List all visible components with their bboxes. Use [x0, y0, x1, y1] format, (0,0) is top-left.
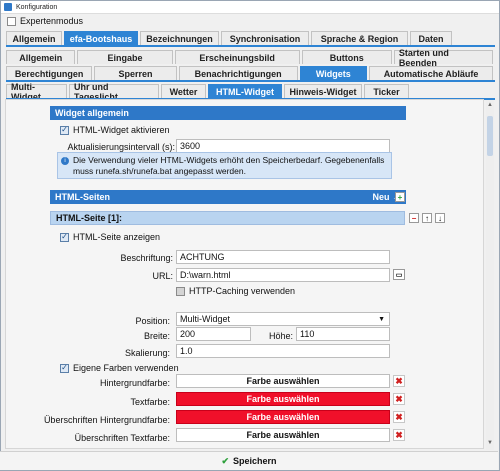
- description-input[interactable]: ACHTUNG: [176, 250, 390, 264]
- tab-sub-erscheinungsbild[interactable]: Erscheinungsbild: [174, 50, 300, 64]
- tab-sub-allgemein[interactable]: Allgemein: [6, 50, 76, 64]
- activate-widget-toggle[interactable]: ✓ HTML-Widget aktivieren: [60, 125, 170, 135]
- tab-sprache-region[interactable]: Sprache & Region: [311, 31, 408, 45]
- text-color-clear-icon[interactable]: ✖: [393, 393, 405, 405]
- width-label: Breite:: [143, 331, 170, 341]
- info-box: i Die Verwendung vieler HTML-Widgets erh…: [57, 152, 392, 179]
- tab-sub-starten-beenden[interactable]: Starten und Beenden: [393, 48, 493, 68]
- height-label: Höhe:: [268, 331, 293, 341]
- height-input[interactable]: 110: [296, 327, 390, 341]
- tab-sub-benachrichtigungen[interactable]: Benachrichtigungen: [178, 66, 298, 80]
- tab-uhr-tageslicht[interactable]: Uhr und Tageslicht: [69, 82, 159, 102]
- title-bar: Konfiguration: [1, 1, 499, 14]
- scroll-up-icon[interactable]: ▲: [486, 102, 494, 110]
- position-label: Position:: [135, 316, 170, 326]
- expert-mode-label: Expertenmodus: [20, 16, 84, 26]
- section-header-html-seiten: HTML-Seiten Neu →: [50, 190, 406, 204]
- heading-bg-color-label: Überschriften Hintergrundfarbe:: [43, 415, 170, 425]
- content-scrollbar[interactable]: ▲ ▼: [486, 100, 494, 450]
- interval-input[interactable]: 3600: [176, 139, 390, 153]
- tab-sub-automatische-ablaeufe[interactable]: Automatische Abläufe: [369, 66, 493, 80]
- tab-sub-buttons[interactable]: Buttons: [301, 50, 392, 64]
- own-colors-toggle[interactable]: ✓ Eigene Farben verwenden: [60, 363, 179, 373]
- expert-mode-toggle[interactable]: Expertenmodus: [1, 14, 499, 28]
- tab-efa-bootshaus[interactable]: efa-Bootshaus: [64, 31, 138, 45]
- tab-allgemein[interactable]: Allgemein: [6, 31, 62, 45]
- http-caching-toggle[interactable]: HTTP-Caching verwenden: [176, 286, 295, 296]
- html-pages-title: HTML-Seiten: [55, 192, 110, 202]
- own-colors-checkbox[interactable]: ✓: [60, 363, 69, 373]
- description-label: Beschriftung:: [120, 253, 173, 263]
- heading-text-color-label: Überschriften Textfarbe:: [74, 433, 170, 443]
- position-value: Multi-Widget: [180, 314, 231, 324]
- sub-tab-bar-1: Allgemein Eingabe Erscheinungsbild Butto…: [6, 48, 495, 68]
- http-caching-label: HTTP-Caching verwenden: [189, 286, 296, 296]
- own-colors-label: Eigene Farben verwenden: [73, 363, 179, 373]
- window-title: Konfiguration: [16, 3, 58, 11]
- sub-tab-bar-2: Berechtigungen Sperren Benachrichtigunge…: [6, 66, 495, 80]
- position-select[interactable]: Multi-Widget ▼: [176, 312, 390, 326]
- text-color-button[interactable]: Farbe auswählen: [176, 392, 390, 406]
- main-tab-bar: Allgemein efa-Bootshaus Bezeichnungen Sy…: [6, 31, 495, 45]
- activate-widget-label: HTML-Widget aktivieren: [73, 125, 170, 135]
- heading-text-color-clear-icon[interactable]: ✖: [393, 429, 405, 441]
- tab-sub-sperren[interactable]: Sperren: [94, 66, 177, 80]
- show-page-checkbox[interactable]: ✓: [60, 232, 69, 242]
- activate-widget-checkbox[interactable]: ✓: [60, 125, 69, 135]
- info-text: Die Verwendung vieler HTML-Widgets erhöh…: [73, 155, 385, 176]
- move-down-button[interactable]: ↓: [435, 213, 445, 223]
- tab-sub-berechtigungen[interactable]: Berechtigungen: [6, 66, 93, 80]
- section-header-widget-allgemein: Widget allgemein: [50, 106, 406, 120]
- tab-synchronisation[interactable]: Synchronisation: [221, 31, 309, 45]
- app-icon: [4, 3, 12, 11]
- show-page-toggle[interactable]: ✓ HTML-Seite anzeigen: [60, 232, 160, 242]
- tab-bezeichnungen[interactable]: Bezeichnungen: [140, 31, 219, 45]
- heading-bg-color-clear-icon[interactable]: ✖: [393, 411, 405, 423]
- bg-color-label: Hintergrundfarbe:: [99, 378, 170, 388]
- http-caching-checkbox[interactable]: [176, 286, 185, 296]
- tab-hinweis-widget[interactable]: Hinweis-Widget: [284, 84, 362, 98]
- chevron-down-icon: ▼: [378, 315, 385, 323]
- scale-label: Skalierung:: [124, 348, 170, 358]
- add-page-button[interactable]: +: [395, 192, 405, 202]
- tab-sub-eingabe[interactable]: Eingabe: [77, 50, 173, 64]
- scroll-thumb[interactable]: [487, 116, 493, 156]
- tab-multi-widget[interactable]: Multi-Widget: [6, 82, 67, 102]
- folder-icon[interactable]: ▭: [393, 269, 405, 280]
- interval-label: Aktualisierungsintervall (s):: [67, 142, 175, 152]
- bg-color-clear-icon[interactable]: ✖: [393, 375, 405, 387]
- scroll-down-icon[interactable]: ▼: [486, 440, 494, 448]
- scale-input[interactable]: 1.0: [176, 344, 390, 358]
- tab-wetter[interactable]: Wetter: [161, 84, 206, 98]
- save-button[interactable]: ✔ Speichern: [0, 451, 498, 470]
- bg-color-button[interactable]: Farbe auswählen: [176, 374, 390, 388]
- info-icon: i: [61, 157, 69, 165]
- expert-mode-checkbox[interactable]: [7, 16, 16, 26]
- width-input[interactable]: 200: [176, 327, 251, 341]
- move-up-button[interactable]: ↑: [422, 213, 432, 223]
- remove-page-button[interactable]: −: [409, 213, 419, 223]
- tab-daten[interactable]: Daten: [410, 31, 452, 45]
- tab-sub-widgets[interactable]: Widgets: [299, 66, 368, 80]
- url-input[interactable]: D:\warn.html: [176, 268, 390, 282]
- url-label: URL:: [152, 271, 173, 281]
- text-color-label: Textfarbe:: [130, 397, 170, 407]
- show-page-label: HTML-Seite anzeigen: [73, 232, 161, 242]
- section-header-html-seite-1: HTML-Seite [1]:: [50, 211, 405, 225]
- checkmark-icon: ✔: [221, 455, 230, 466]
- save-label: Speichern: [233, 456, 277, 466]
- tab-ticker[interactable]: Ticker: [364, 84, 409, 98]
- tab-html-widget[interactable]: HTML-Widget: [208, 84, 282, 98]
- heading-bg-color-button[interactable]: Farbe auswählen: [176, 410, 390, 424]
- widget-tab-bar: Multi-Widget Uhr und Tageslicht Wetter H…: [6, 82, 495, 102]
- heading-text-color-button[interactable]: Farbe auswählen: [176, 428, 390, 442]
